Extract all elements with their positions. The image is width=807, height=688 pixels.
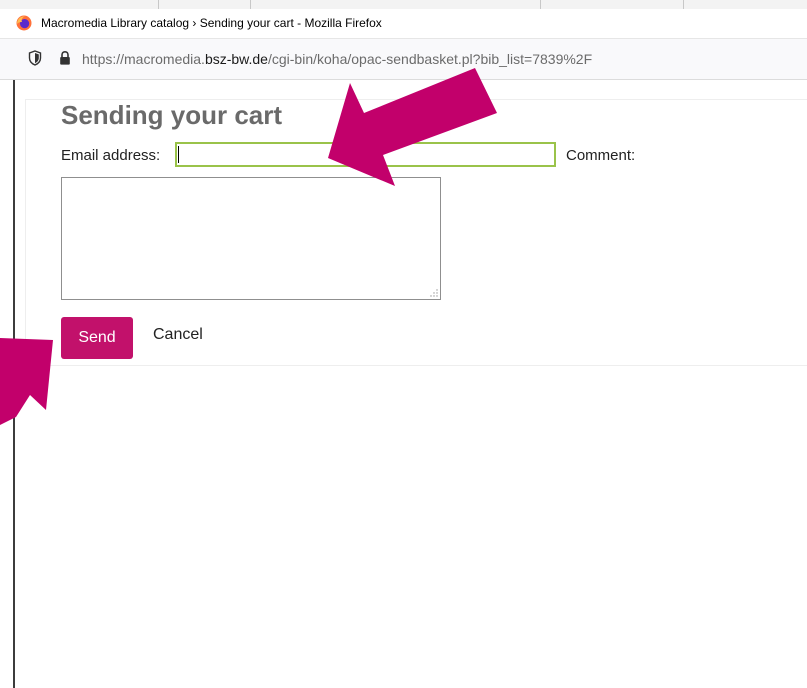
cancel-link[interactable]: Cancel xyxy=(153,326,203,344)
text-caret xyxy=(178,146,179,163)
firefox-popup-window: Macromedia Library catalog › Sending you… xyxy=(0,9,807,688)
send-button[interactable]: Send xyxy=(61,317,133,359)
strip-separator xyxy=(683,0,684,9)
strip-separator xyxy=(540,0,541,9)
resize-grip-icon[interactable] xyxy=(430,289,438,297)
address-bar[interactable]: https://macromedia.bsz-bw.de/cgi-bin/koh… xyxy=(0,39,807,80)
title-bar[interactable]: Macromedia Library catalog › Sending you… xyxy=(0,9,807,39)
shield-icon[interactable] xyxy=(28,50,42,66)
firefox-icon xyxy=(16,15,32,31)
screenshot: Macromedia Library catalog › Sending you… xyxy=(0,0,807,688)
url-text[interactable]: https://macromedia.bsz-bw.de/cgi-bin/koh… xyxy=(82,51,592,67)
email-label: Email address: xyxy=(61,147,161,164)
url-path: /cgi-bin/koha/opac-sendbasket.pl?bib_lis… xyxy=(267,51,593,67)
comment-textarea[interactable] xyxy=(61,177,441,300)
page-title: Sending your cart xyxy=(61,100,283,130)
url-domain: bsz-bw.de xyxy=(204,51,268,67)
email-input[interactable] xyxy=(175,142,556,167)
url-prefix: https://macromedia. xyxy=(82,51,205,67)
lock-icon[interactable] xyxy=(58,50,72,66)
strip-separator xyxy=(158,0,159,9)
window-title: Macromedia Library catalog › Sending you… xyxy=(41,16,382,30)
send-cart-form: Sending your cart Email address: Comment… xyxy=(25,99,807,366)
strip-separator xyxy=(250,0,251,9)
comment-label: Comment: xyxy=(566,147,636,164)
